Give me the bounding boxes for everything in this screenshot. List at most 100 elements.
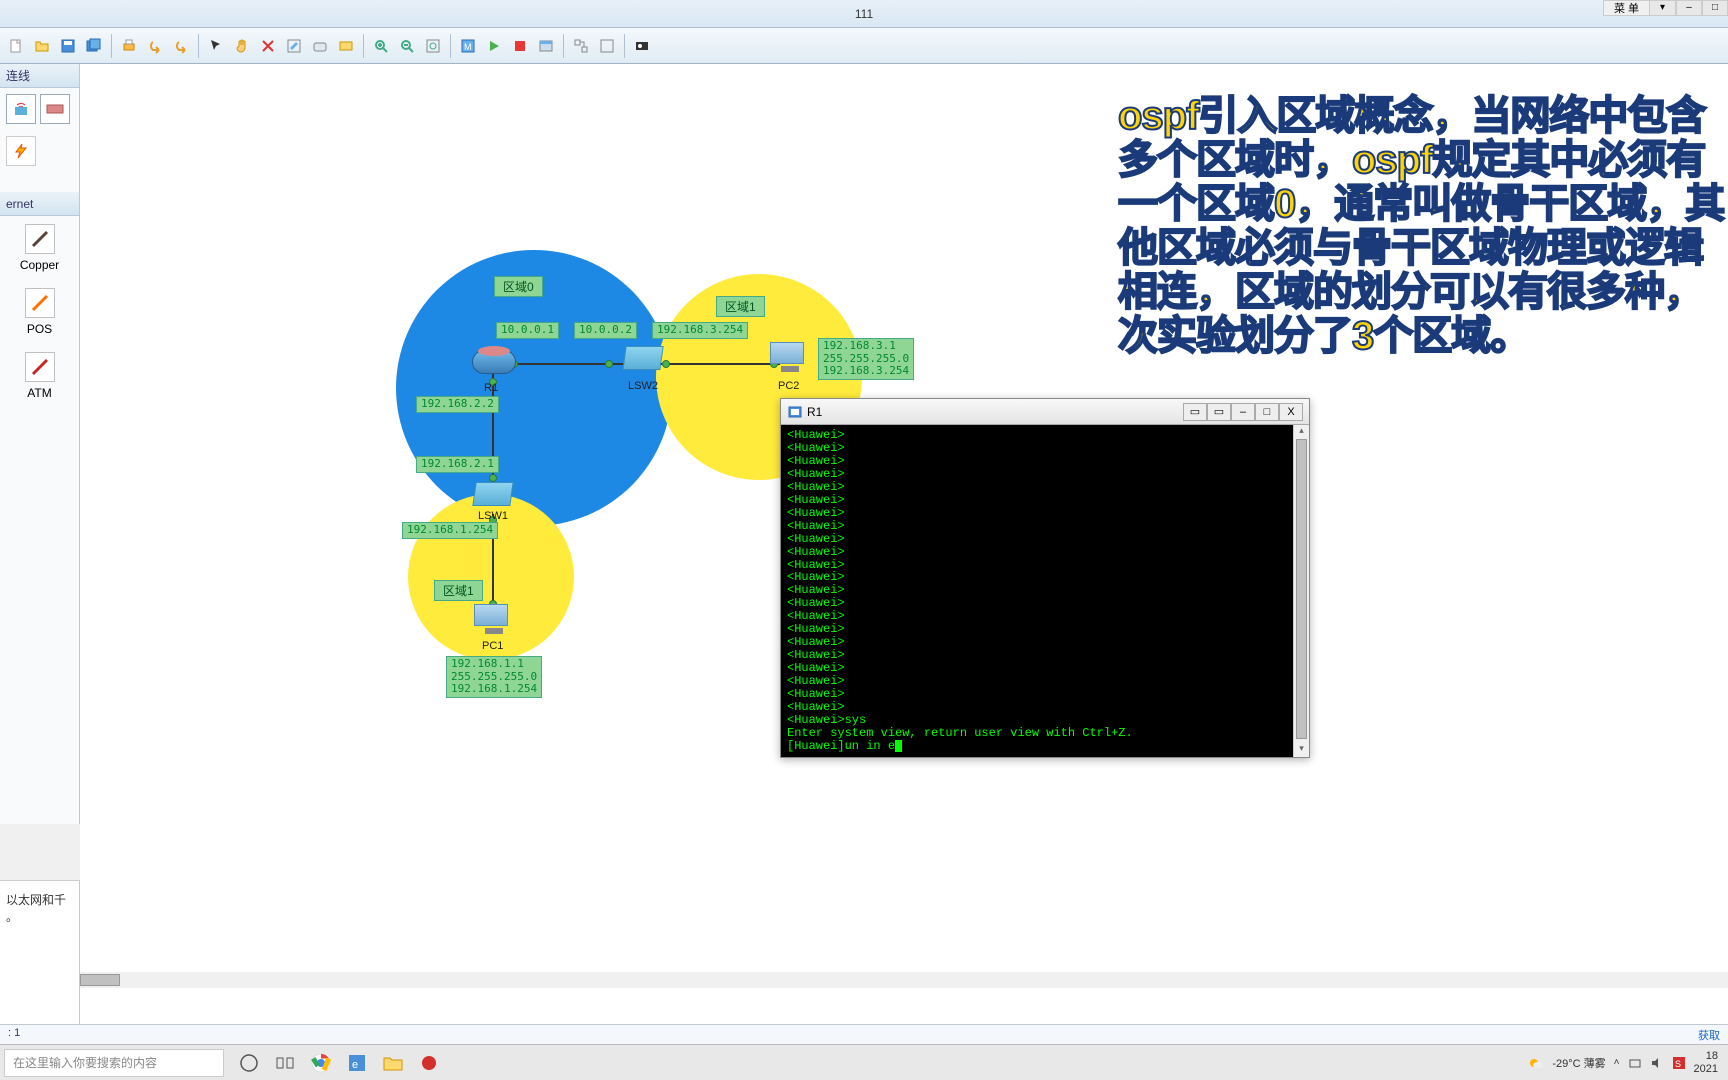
- dropdown-icon[interactable]: ▾: [1650, 0, 1676, 16]
- palette-atm[interactable]: ATM: [0, 344, 79, 408]
- ip-lsw1-n: 192.168.2.1: [416, 456, 499, 473]
- ip-pc1: 192.168.1.1 255.255.255.0 192.168.1.254: [446, 656, 542, 698]
- group-icon[interactable]: [569, 34, 593, 58]
- palette-section-ethernet: ernet: [0, 192, 79, 216]
- ip-lsw1-s: 192.168.1.254: [402, 522, 498, 539]
- export-icon[interactable]: [630, 34, 654, 58]
- status-bar: : 1 获取: [0, 1024, 1728, 1044]
- terminal-output[interactable]: <Huawei> <Huawei> <Huawei> <Huawei> <Hua…: [781, 425, 1293, 757]
- device-r1-label: R1: [484, 382, 498, 394]
- device-pc2[interactable]: [770, 342, 810, 378]
- tray-time: 18: [1694, 1050, 1718, 1062]
- taskview-icon[interactable]: [274, 1052, 296, 1074]
- device-lsw2[interactable]: [624, 346, 662, 376]
- terminal-titlebar[interactable]: R1 ▭ ▭ – □ X: [781, 399, 1309, 425]
- windows-taskbar: 在这里输入你要搜索的内容 e -29°C 薄雾 ˄ S 18 2021: [0, 1044, 1728, 1080]
- palette-flash-icon[interactable]: [6, 136, 36, 166]
- system-tray[interactable]: -29°C 薄雾 ˄ S 18 2021: [1528, 1050, 1728, 1074]
- link-r1-lsw2: [510, 363, 640, 365]
- save-icon[interactable]: [56, 34, 80, 58]
- terminal-minimize[interactable]: –: [1231, 403, 1255, 421]
- status-left: : 1: [8, 1027, 20, 1039]
- saveall-icon[interactable]: [82, 34, 106, 58]
- palette-device-switch[interactable]: [40, 94, 70, 124]
- fit-icon[interactable]: [421, 34, 445, 58]
- terminal-tab2-icon[interactable]: ▭: [1207, 403, 1231, 421]
- stop-icon[interactable]: [508, 34, 532, 58]
- new-icon[interactable]: [4, 34, 28, 58]
- svg-text:S: S: [1675, 1059, 1681, 1069]
- redo-icon[interactable]: [169, 34, 193, 58]
- hand-icon[interactable]: [230, 34, 254, 58]
- tray-chevron-up-icon[interactable]: ˄: [1614, 1057, 1620, 1068]
- print-icon[interactable]: [117, 34, 141, 58]
- area-1-bottom-label: 区域1: [434, 580, 483, 601]
- window-title-bar: 111 菜 单 ▾ – □: [0, 0, 1728, 28]
- palette-copper-label: Copper: [20, 258, 59, 272]
- svg-text:e: e: [352, 1059, 358, 1071]
- hscroll-thumb[interactable]: [80, 974, 120, 986]
- palette-copper[interactable]: Copper: [0, 216, 79, 280]
- palette-atm-label: ATM: [27, 386, 51, 400]
- status-right[interactable]: 获取: [1698, 1027, 1720, 1043]
- topology-canvas[interactable]: 区域0 区域1 区域1 R1 LSW2 LSW1 PC2 PC1 10.0.0.…: [80, 64, 1728, 1044]
- terminal-window[interactable]: R1 ▭ ▭ – □ X <Huawei> <Huawei> <Huawei> …: [780, 398, 1310, 758]
- palette-section-connections: 连线: [0, 64, 79, 88]
- window-minimize[interactable]: –: [1676, 0, 1702, 16]
- zoomout-icon[interactable]: [395, 34, 419, 58]
- terminal-tab1-icon[interactable]: ▭: [1183, 403, 1207, 421]
- link-lsw2-pc2: [660, 363, 780, 365]
- main-toolbar: M: [0, 28, 1728, 64]
- undo-icon[interactable]: [143, 34, 167, 58]
- ip-r1-e0: 10.0.0.1: [496, 322, 559, 339]
- device-lsw1[interactable]: [474, 482, 512, 512]
- palette-device-ap[interactable]: [6, 94, 36, 124]
- device-lsw1-label: LSW1: [478, 510, 508, 522]
- volume-icon[interactable]: [1650, 1056, 1664, 1070]
- ip-lsw2-w: 10.0.0.2: [574, 322, 637, 339]
- endpoint-icon: [489, 474, 497, 482]
- terminal-title: R1: [807, 405, 822, 419]
- menu-button[interactable]: 菜 单: [1603, 0, 1650, 16]
- window-title: 111: [855, 7, 873, 21]
- window-maximize[interactable]: □: [1702, 0, 1728, 16]
- play-icon[interactable]: [482, 34, 506, 58]
- terminal-close[interactable]: X: [1279, 403, 1303, 421]
- area-0-label: 区域0: [494, 276, 543, 297]
- terminal-maximize[interactable]: □: [1255, 403, 1279, 421]
- palette-pos[interactable]: POS: [0, 280, 79, 344]
- svg-text:M: M: [464, 42, 472, 52]
- terminal-scrollbar[interactable]: ▴ ▾: [1293, 425, 1309, 757]
- annotation-text: ospf引入区域概念，当网络中包含多个区域时，ospf规定其中必须有一个区域0，…: [1118, 94, 1728, 358]
- open-icon[interactable]: [30, 34, 54, 58]
- device-pc1-label: PC1: [482, 640, 503, 652]
- endpoint-icon: [605, 360, 613, 368]
- device-pc1[interactable]: [474, 604, 514, 640]
- palette-pos-label: POS: [27, 322, 52, 336]
- delete-icon[interactable]: [256, 34, 280, 58]
- panel-icon[interactable]: [595, 34, 619, 58]
- device-pc2-label: PC2: [778, 380, 799, 392]
- edit-icon[interactable]: [282, 34, 306, 58]
- scrollbar-thumb[interactable]: [1296, 439, 1307, 739]
- cortana-icon[interactable]: [238, 1052, 260, 1074]
- taskbar-search[interactable]: 在这里输入你要搜索的内容: [4, 1049, 224, 1077]
- explorer-icon[interactable]: [382, 1052, 404, 1074]
- weather-icon: [1528, 1055, 1544, 1071]
- rect-icon[interactable]: [334, 34, 358, 58]
- layout-icon[interactable]: M: [456, 34, 480, 58]
- canvas-hscroll[interactable]: [80, 972, 1728, 988]
- window-icon[interactable]: [534, 34, 558, 58]
- note-icon[interactable]: [308, 34, 332, 58]
- chrome-icon[interactable]: [310, 1052, 332, 1074]
- ime-icon[interactable]: S: [1672, 1056, 1686, 1070]
- pointer-icon[interactable]: [204, 34, 228, 58]
- ensp-icon[interactable]: e: [346, 1052, 368, 1074]
- network-icon[interactable]: [1628, 1056, 1642, 1070]
- zoomin-icon[interactable]: [369, 34, 393, 58]
- device-palette: 连线 ernet Copper POS ATM: [0, 64, 80, 824]
- endpoint-icon: [662, 360, 670, 368]
- device-r1[interactable]: [472, 350, 516, 380]
- record-icon[interactable]: [418, 1052, 440, 1074]
- ip-r1-s: 192.168.2.2: [416, 396, 499, 413]
